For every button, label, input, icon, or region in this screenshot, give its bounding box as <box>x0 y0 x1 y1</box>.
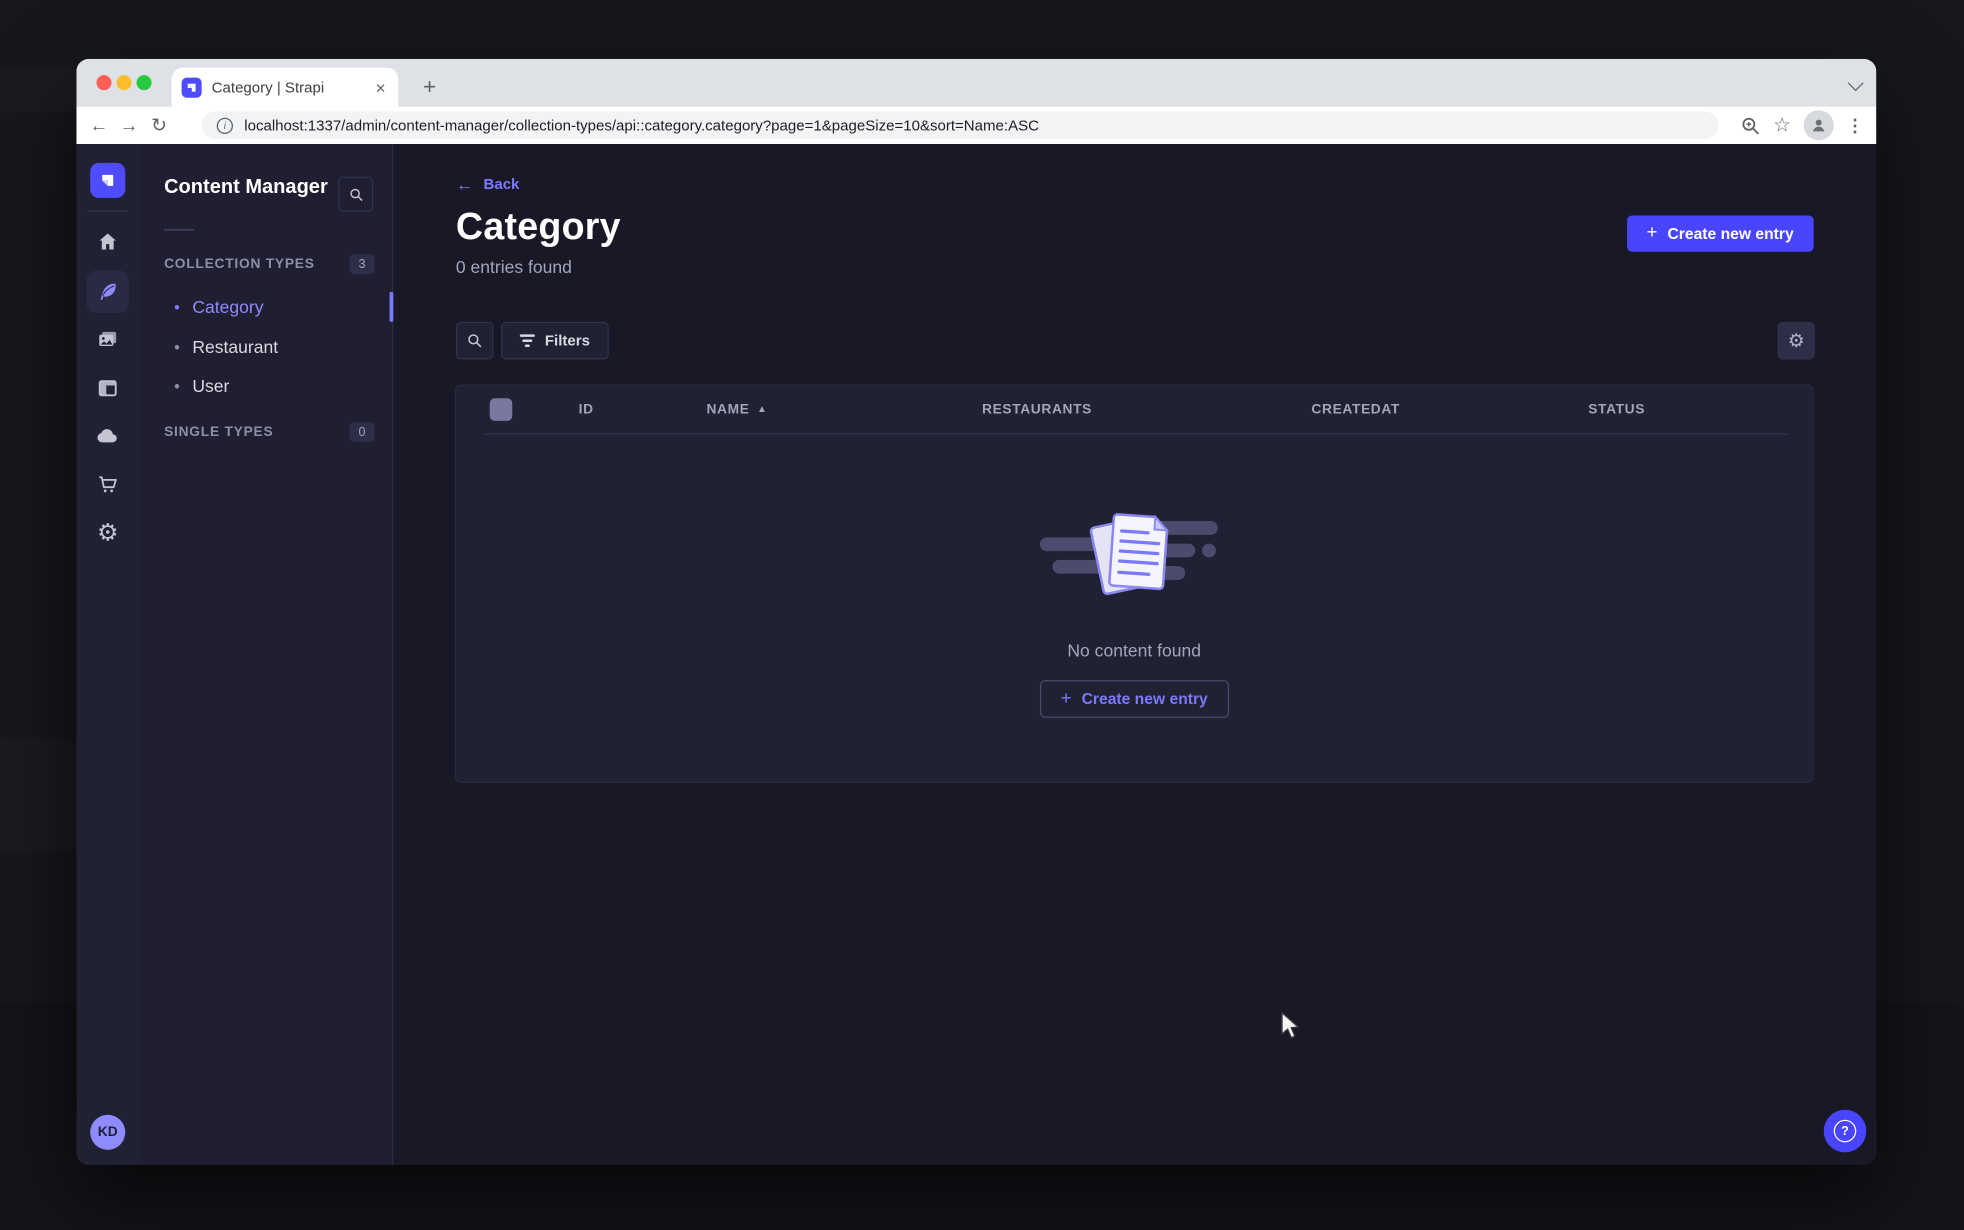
no-content-illustration-icon <box>1040 513 1219 596</box>
sort-asc-icon: ▲ <box>757 403 768 415</box>
panel-search-button[interactable] <box>338 176 374 212</box>
sidebar-item-marketplace[interactable] <box>96 473 119 496</box>
sidebar-item-user[interactable]: • User <box>139 367 392 405</box>
gear-icon: ⚙ <box>97 520 119 547</box>
toolbar-right-icons: ☆ ⋮ <box>1739 106 1864 144</box>
panel-divider <box>164 229 195 231</box>
wallpaper-block <box>0 69 76 113</box>
question-mark-icon: ? <box>1833 1119 1857 1143</box>
arrow-left-icon: ← <box>455 174 474 195</box>
help-button[interactable]: ? <box>1823 1109 1867 1153</box>
tab-title: Category | Strapi <box>211 78 325 96</box>
browser-window: Category | Strapi × + ← → ↻ i localhost:… <box>76 58 1877 1165</box>
bullet-icon: • <box>174 297 180 317</box>
sidebar-item-restaurant[interactable]: • Restaurant <box>139 328 392 366</box>
entries-count: 0 entries found <box>455 256 572 277</box>
mouse-cursor <box>1281 1011 1299 1039</box>
sidebar-item-settings[interactable]: ⚙ <box>97 522 118 546</box>
column-createdat[interactable]: CREATEDAT <box>1311 402 1400 417</box>
empty-message: No content found <box>1067 640 1201 661</box>
traffic-zoom-button[interactable] <box>136 75 152 91</box>
single-types-badge: 0 <box>349 422 375 443</box>
traffic-close-button[interactable] <box>96 75 112 91</box>
gear-icon: ⚙ <box>1787 330 1805 352</box>
strapi-app: ⚙ KD Content Manager COLLECTION TYPES 3 <box>76 144 1877 1165</box>
sidebar-item-media-library[interactable] <box>96 328 119 351</box>
zoom-icon[interactable] <box>1739 115 1760 136</box>
reload-icon[interactable]: ↻ <box>144 114 174 136</box>
tab-search-chevron-icon[interactable] <box>1847 75 1864 92</box>
panel-title: Content Manager <box>164 176 328 198</box>
empty-create-entry-button[interactable]: + Create new entry <box>1039 680 1230 718</box>
forward-nav-icon[interactable]: → <box>114 115 144 136</box>
sidebar-item-home[interactable] <box>96 230 119 253</box>
bullet-icon: • <box>174 337 180 357</box>
main-content: ← Back Category 0 entries found + Create… <box>393 144 1876 1165</box>
user-avatar[interactable]: KD <box>90 1114 126 1150</box>
browser-tab[interactable]: Category | Strapi × <box>171 67 399 107</box>
create-entry-button[interactable]: + Create new entry <box>1626 215 1814 252</box>
strapi-favicon-icon <box>181 77 202 98</box>
wallpaper-block <box>0 739 76 852</box>
new-tab-button[interactable]: + <box>412 69 447 104</box>
back-link[interactable]: ← Back <box>456 174 519 194</box>
search-icon <box>468 334 482 348</box>
back-nav-icon[interactable]: ← <box>84 115 114 136</box>
feather-icon <box>100 283 116 301</box>
content-manager-panel: Content Manager COLLECTION TYPES 3 • Cat… <box>139 144 394 1165</box>
page-title: Category <box>455 206 621 249</box>
browser-menu-icon[interactable]: ⋮ <box>1846 115 1864 136</box>
search-icon <box>349 188 362 201</box>
filters-button[interactable]: Filters <box>501 321 609 360</box>
entries-table: ID NAME ▲ RESTAURANTS CREATEDAT STATUS N… <box>454 384 1814 783</box>
collection-types-badge: 3 <box>349 254 375 275</box>
address-bar[interactable]: i localhost:1337/admin/content-manager/c… <box>201 111 1719 140</box>
section-collection-types: COLLECTION TYPES <box>164 256 315 272</box>
tab-close-icon[interactable]: × <box>373 78 388 96</box>
column-id[interactable]: ID <box>579 402 594 417</box>
header-divider <box>483 433 1788 435</box>
sidebar-item-content-type-builder[interactable] <box>96 377 119 400</box>
select-all-checkbox[interactable] <box>489 398 513 421</box>
sidebar-item-content-manager[interactable] <box>86 270 130 314</box>
desktop: Category | Strapi × + ← → ↻ i localhost:… <box>0 0 1964 1230</box>
section-single-types: SINGLE TYPES <box>164 424 274 440</box>
rail-divider <box>87 210 128 212</box>
sidebar-item-cloud[interactable] <box>96 424 120 448</box>
column-name[interactable]: NAME ▲ <box>706 402 767 417</box>
table-search-button[interactable] <box>455 321 494 360</box>
plus-icon: + <box>1646 221 1658 243</box>
column-status[interactable]: STATUS <box>1588 402 1645 417</box>
bullet-icon: • <box>174 376 180 396</box>
table-settings-button[interactable]: ⚙ <box>1777 321 1815 360</box>
browser-profile-icon[interactable] <box>1803 110 1834 141</box>
empty-state: No content found + Create new entry <box>1039 505 1230 718</box>
strapi-logo-icon[interactable] <box>90 162 126 198</box>
table-header: ID NAME ▲ RESTAURANTS CREATEDAT STATUS <box>456 386 1813 434</box>
traffic-minimize-button[interactable] <box>116 75 132 91</box>
filter-icon <box>519 334 535 347</box>
plus-icon: + <box>1060 687 1072 709</box>
bookmark-star-icon[interactable]: ☆ <box>1773 113 1791 138</box>
browser-tabstrip: Category | Strapi × + <box>76 58 1877 107</box>
main-nav-rail: ⚙ KD <box>76 144 141 1165</box>
sidebar-item-category[interactable]: • Category <box>139 288 394 326</box>
url-text: localhost:1337/admin/content-manager/col… <box>244 116 1039 135</box>
site-info-icon[interactable]: i <box>216 117 233 134</box>
column-restaurants[interactable]: RESTAURANTS <box>982 402 1092 417</box>
